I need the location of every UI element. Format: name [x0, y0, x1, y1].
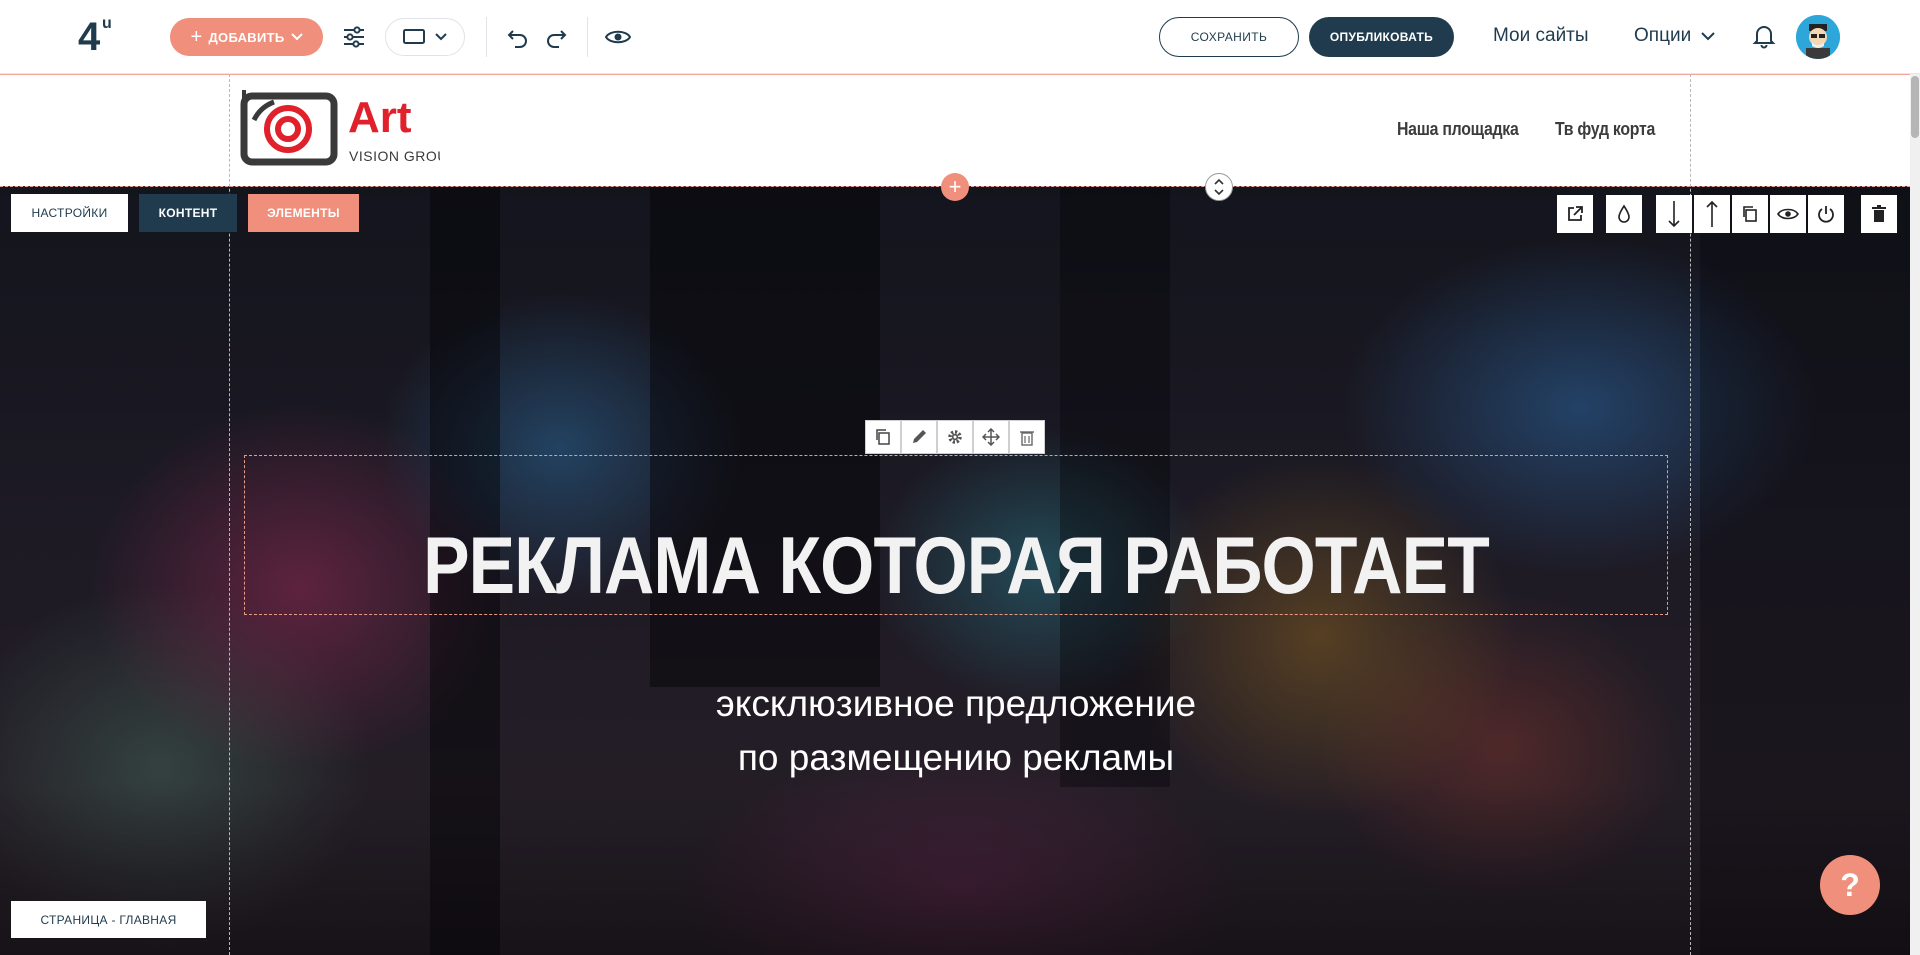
add-button[interactable]: + ДОБАВИТЬ: [170, 18, 323, 56]
settings-tab[interactable]: НАСТРОЙКИ: [11, 194, 128, 232]
app-logo[interactable]: 4 u: [78, 12, 122, 58]
bell-icon[interactable]: [1752, 23, 1778, 51]
hero-subtitle-line-1[interactable]: эксклюзивное предложение: [244, 683, 1668, 725]
svg-text:u: u: [102, 15, 112, 32]
my-sites-link[interactable]: Мои сайты: [1493, 25, 1589, 47]
divider: [486, 17, 487, 57]
current-page-label[interactable]: СТРАНИЦА - ГЛАВНАЯ: [11, 901, 206, 938]
drop-icon[interactable]: [1606, 195, 1642, 233]
move-arrows-icon[interactable]: [973, 420, 1009, 454]
add-section-button[interactable]: +: [941, 173, 969, 201]
svg-text:VISION GROU: VISION GROU: [349, 148, 440, 164]
hero-subtitle-line-2[interactable]: по размещению рекламы: [244, 737, 1668, 779]
visibility-eye-icon[interactable]: [1770, 195, 1806, 233]
move-down-icon[interactable]: [1656, 195, 1692, 233]
help-button[interactable]: ?: [1820, 855, 1880, 915]
section-toolbar-group: [1656, 195, 1844, 233]
redo-icon[interactable]: [541, 22, 571, 52]
nav-link-food-court-tv[interactable]: Тв фуд корта: [1555, 119, 1655, 140]
elements-tab[interactable]: ЭЛЕМЕНТЫ: [248, 194, 359, 232]
editor-toolbar: 4 u + ДОБАВИТЬ СОХРАНИТЬ ОПУБЛИКОВАТЬ Мо…: [0, 0, 1920, 74]
svg-text:4: 4: [78, 15, 101, 58]
external-link-icon[interactable]: [1557, 195, 1593, 233]
power-icon[interactable]: [1808, 195, 1844, 233]
resize-section-handle[interactable]: [1205, 173, 1233, 201]
edit-pencil-icon[interactable]: [901, 420, 937, 454]
avatar[interactable]: [1796, 15, 1840, 59]
save-button[interactable]: СОХРАНИТЬ: [1159, 17, 1299, 57]
trash-icon[interactable]: [1861, 195, 1897, 233]
delete-element-icon[interactable]: [1009, 420, 1045, 454]
options-menu[interactable]: Опции: [1634, 25, 1715, 47]
content-tab[interactable]: КОНТЕНТ: [139, 194, 237, 232]
publish-button[interactable]: ОПУБЛИКОВАТЬ: [1309, 17, 1454, 57]
options-label: Опции: [1634, 25, 1692, 46]
nav-link-our-venue[interactable]: Наша площадка: [1397, 119, 1519, 140]
scrollbar[interactable]: [1910, 74, 1920, 955]
site-logo[interactable]: Art VISION GROU: [240, 90, 440, 170]
device-selector[interactable]: [385, 18, 465, 56]
undo-icon[interactable]: [503, 22, 533, 52]
hero-title[interactable]: РЕКЛАМА КОТОРАЯ РАБОТАЕТ: [344, 520, 1569, 613]
section-toolbar: [1557, 195, 1593, 233]
divider: [587, 17, 588, 57]
plus-icon: +: [190, 26, 203, 48]
element-toolbar: [865, 420, 1045, 454]
chevron-down-icon: [290, 33, 303, 41]
chevron-down-icon: [1701, 31, 1715, 40]
gear-icon[interactable]: [937, 420, 973, 454]
section-toolbar-group: [1606, 195, 1642, 233]
svg-text:Art: Art: [348, 93, 412, 142]
chevron-down-icon: [435, 33, 447, 41]
desktop-icon: [403, 29, 425, 44]
duplicate-icon[interactable]: [1732, 195, 1768, 233]
add-button-label: ДОБАВИТЬ: [208, 29, 285, 45]
copy-element-icon[interactable]: [865, 420, 901, 454]
move-up-icon[interactable]: [1694, 195, 1730, 233]
sliders-icon[interactable]: [339, 22, 369, 52]
scrollbar-thumb[interactable]: [1911, 76, 1919, 138]
preview-eye-icon[interactable]: [603, 22, 633, 52]
